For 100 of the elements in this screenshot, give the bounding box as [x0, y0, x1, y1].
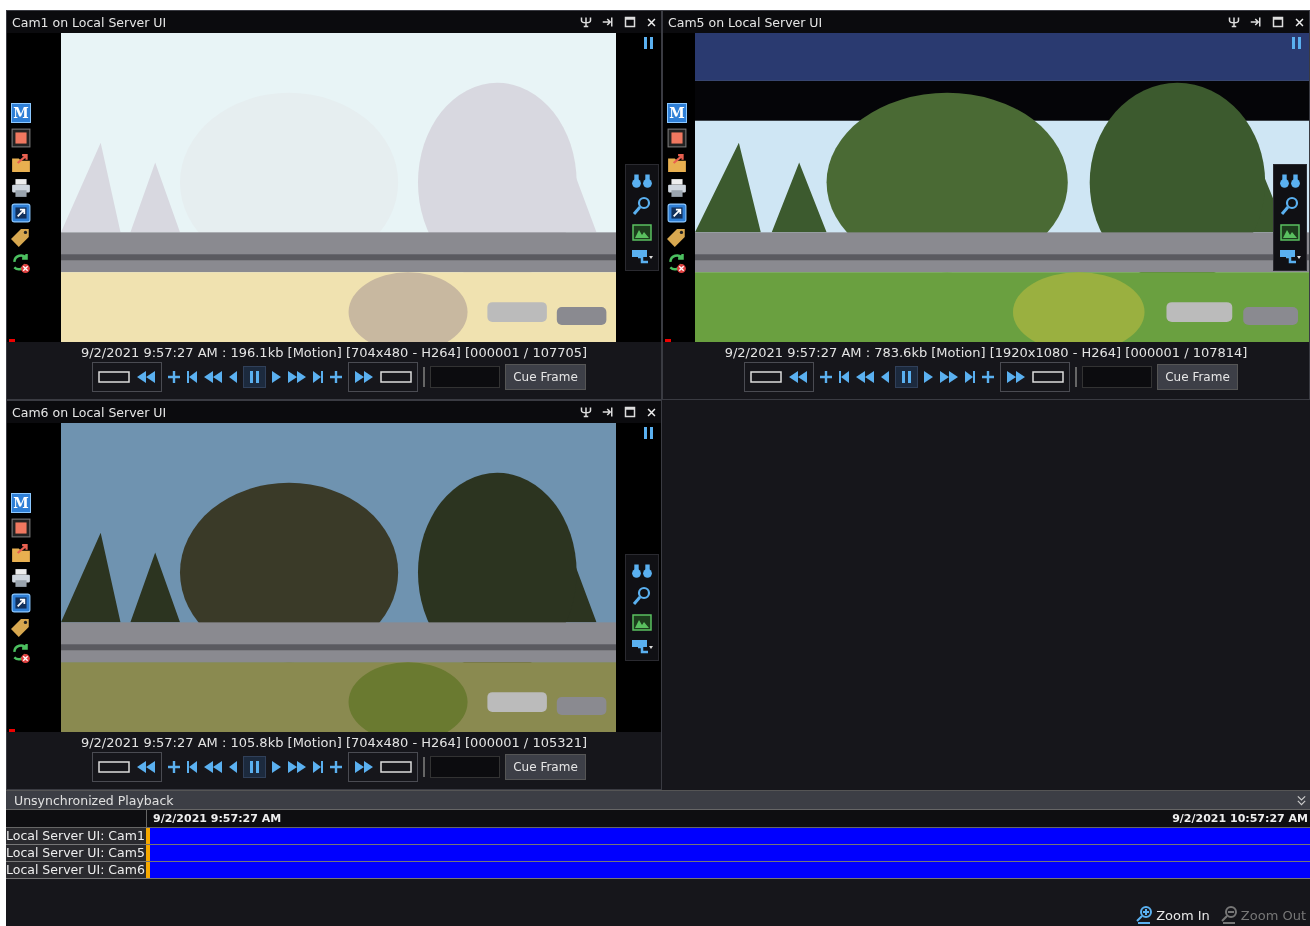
rewind-icon[interactable] [788, 370, 809, 384]
refresh-icon[interactable] [11, 252, 31, 273]
close-icon[interactable] [1294, 16, 1305, 28]
skip-start-icon[interactable] [838, 370, 851, 384]
search-icon[interactable] [1280, 196, 1300, 216]
cue-frame-button[interactable]: Cue Frame [1157, 364, 1238, 390]
fast-forward-icon[interactable] [939, 370, 960, 384]
frame-info: 9/2/2021 9:57:27 AM : 783.6kb [Motion] [1920x1080 - H264] [000001 / 107814] [723, 344, 1249, 362]
resize-icon[interactable] [667, 202, 687, 223]
pin-icon[interactable] [1228, 16, 1240, 28]
frame-info: 9/2/2021 9:57:27 AM : 105.8kb [Motion] [704x480 - H264] [000001 / 105321] [79, 734, 589, 752]
step-back-icon[interactable] [880, 370, 891, 384]
pause-button[interactable] [895, 366, 919, 388]
plus-icon[interactable] [819, 370, 834, 384]
pause-icon[interactable] [642, 426, 655, 440]
close-icon[interactable] [646, 16, 657, 28]
frame-bar-icon[interactable] [98, 371, 131, 383]
frame-bar-icon[interactable] [1032, 371, 1065, 383]
image-icon[interactable] [632, 613, 652, 631]
step-back-icon[interactable] [228, 760, 239, 774]
frame-bar-icon[interactable] [380, 371, 413, 383]
printer-icon[interactable] [11, 177, 31, 198]
tag-icon[interactable] [11, 617, 31, 638]
frame-field[interactable] [1082, 366, 1153, 388]
skip-end-icon[interactable] [312, 760, 325, 774]
tag-icon[interactable] [667, 227, 687, 248]
refresh-icon[interactable] [667, 252, 687, 273]
fast-forward-icon[interactable] [1006, 370, 1027, 384]
skip-start-icon[interactable] [186, 370, 199, 384]
stop-icon[interactable] [11, 517, 31, 538]
plus-icon[interactable] [167, 760, 182, 774]
pause-button[interactable] [243, 366, 267, 388]
play-icon[interactable] [271, 370, 283, 384]
fast-forward-icon[interactable] [287, 760, 308, 774]
undock-icon[interactable] [602, 16, 614, 28]
folder-icon[interactable] [11, 542, 31, 563]
mode-icon[interactable]: M [11, 492, 31, 513]
chevron-down-icon[interactable] [1296, 794, 1307, 806]
fast-forward-icon[interactable] [287, 370, 308, 384]
stop-icon[interactable] [11, 127, 31, 148]
skip-start-icon[interactable] [186, 760, 199, 774]
rewind-icon[interactable] [203, 760, 224, 774]
pause-icon [248, 760, 262, 774]
plus-icon[interactable] [329, 760, 344, 774]
undock-icon[interactable] [602, 406, 614, 418]
maximize-icon[interactable] [624, 16, 636, 28]
cue-frame-button[interactable]: Cue Frame [505, 364, 586, 390]
step-back-icon[interactable] [228, 370, 239, 384]
undock-icon[interactable] [1250, 16, 1262, 28]
search-icon[interactable] [632, 196, 652, 216]
maximize-icon[interactable] [624, 406, 636, 418]
printer-icon[interactable] [11, 567, 31, 588]
fast-forward-icon[interactable] [354, 370, 375, 384]
pause-button[interactable] [243, 756, 267, 778]
zoom-in-button[interactable]: Zoom In [1135, 906, 1210, 924]
camera-icon[interactable] [630, 638, 654, 654]
printer-icon[interactable] [667, 177, 687, 198]
pause-icon[interactable] [1290, 36, 1303, 50]
pause-icon[interactable] [642, 36, 655, 50]
play-icon[interactable] [271, 760, 283, 774]
image-icon[interactable] [1280, 223, 1300, 241]
folder-icon[interactable] [667, 152, 687, 173]
refresh-icon[interactable] [11, 642, 31, 663]
stop-icon[interactable] [667, 127, 687, 148]
camera-icon[interactable] [630, 248, 654, 264]
panel-title: Cam5 on Local Server UI [668, 14, 824, 30]
cue-frame-button[interactable]: Cue Frame [505, 754, 586, 780]
pin-icon[interactable] [580, 16, 592, 28]
frame-bar-icon[interactable] [380, 761, 413, 773]
plus-icon[interactable] [981, 370, 996, 384]
camera-icon[interactable] [1278, 248, 1302, 264]
rewind-icon[interactable] [855, 370, 876, 384]
tag-icon[interactable] [11, 227, 31, 248]
track-label: Local Server UI: Cam6 [6, 862, 146, 878]
rewind-icon[interactable] [203, 370, 224, 384]
mode-icon[interactable]: M [11, 102, 31, 123]
frame-field[interactable] [430, 366, 501, 388]
mode-icon[interactable]: M [667, 102, 687, 123]
frame-field[interactable] [430, 756, 501, 778]
plus-icon[interactable] [329, 370, 344, 384]
search-icon[interactable] [632, 586, 652, 606]
pin-icon[interactable] [580, 406, 592, 418]
plus-icon[interactable] [167, 370, 182, 384]
fast-forward-icon[interactable] [354, 760, 375, 774]
pause-icon [900, 370, 914, 384]
resize-icon[interactable] [11, 202, 31, 223]
position-mark [9, 729, 15, 732]
frame-bar-icon[interactable] [98, 761, 131, 773]
resize-icon[interactable] [11, 592, 31, 613]
frame-bar-icon[interactable] [750, 371, 783, 383]
rewind-icon[interactable] [136, 370, 157, 384]
skip-end-icon[interactable] [312, 370, 325, 384]
maximize-icon[interactable] [1272, 16, 1284, 28]
folder-icon[interactable] [11, 152, 31, 173]
skip-end-icon[interactable] [964, 370, 977, 384]
panel-title: Cam6 on Local Server UI [12, 404, 168, 420]
image-icon[interactable] [632, 223, 652, 241]
close-icon[interactable] [646, 406, 657, 418]
play-icon[interactable] [923, 370, 935, 384]
rewind-icon[interactable] [136, 760, 157, 774]
